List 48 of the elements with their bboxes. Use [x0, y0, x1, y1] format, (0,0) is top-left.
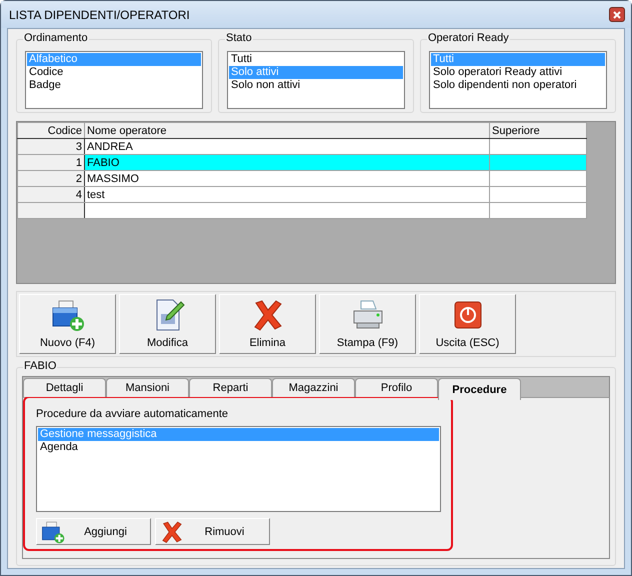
column-header[interactable]: Nome operatore — [84, 122, 490, 138]
tab[interactable]: Dettagli — [23, 378, 106, 397]
table-cell: test — [84, 186, 490, 202]
group-title: FABIO — [23, 360, 58, 372]
group-title: Stato — [225, 32, 253, 44]
list-item[interactable]: Agenda — [38, 441, 439, 454]
table-row[interactable]: 4 test — [18, 186, 586, 202]
list-item[interactable]: Codice — [27, 66, 201, 79]
table-cell: 4 — [18, 186, 84, 202]
group-title: Operatori Ready — [427, 32, 510, 44]
group-title: Ordinamento — [23, 32, 89, 44]
table-row[interactable]: 1 FABIO — [18, 154, 586, 170]
tab[interactable]: Procedure — [438, 378, 521, 400]
table-cell: FABIO — [84, 154, 490, 170]
list-box[interactable]: Tutti Solo operatori Ready attivi Solo dipendenti non operatori — [429, 51, 607, 109]
action-button[interactable]: Aggiungi — [36, 518, 151, 545]
list-box[interactable]: Tutti Solo attivi Solo non attivi — [227, 51, 405, 109]
action-button[interactable]: Rimuovi — [155, 518, 270, 545]
x-mark-icon — [160, 520, 184, 544]
window-title: LISTA DIPENDENTI/OPERATORI — [9, 8, 190, 22]
toolbar-button[interactable]: Stampa (F9) — [319, 294, 416, 354]
toolbar-button[interactable]: Modifica — [119, 294, 216, 354]
table-cell: 1 — [18, 154, 84, 170]
tab[interactable]: Mansioni — [106, 378, 189, 397]
table-cell: 3 — [18, 138, 84, 154]
table-row[interactable]: 2 MASSIMO — [18, 170, 586, 186]
list-box[interactable]: Alfabetico Codice Badge — [25, 51, 203, 109]
table-cell: 2 — [18, 170, 84, 186]
folder-plus-icon — [41, 520, 65, 544]
tab[interactable]: Magazzini — [272, 378, 355, 397]
close-icon — [612, 10, 622, 20]
list-item[interactable]: Badge — [27, 79, 201, 92]
list-box[interactable]: Gestione messaggistica Agenda — [36, 426, 441, 512]
toolbar-button[interactable]: Elimina — [219, 294, 316, 354]
toolbar-button[interactable]: Uscita (ESC) — [419, 294, 516, 354]
folder-plus-icon — [50, 298, 84, 332]
list-item[interactable]: Solo dipendenti non operatori — [431, 79, 605, 92]
list-item[interactable]: Tutti — [229, 53, 403, 66]
toolbar-button[interactable]: Nuovo (F4) — [19, 294, 116, 354]
tab[interactable]: Profilo — [355, 378, 438, 397]
table-cell: MASSIMO — [84, 170, 490, 186]
tab[interactable]: Reparti — [189, 378, 272, 397]
panel-label: Procedure da avviare automaticamente — [36, 408, 229, 420]
list-item[interactable]: Solo operatori Ready attivi — [431, 66, 605, 79]
column-header[interactable]: Codice — [18, 122, 84, 138]
column-header[interactable]: Superiore — [490, 122, 586, 138]
close-button[interactable] — [609, 7, 625, 22]
list-item[interactable]: Solo non attivi — [229, 79, 403, 92]
